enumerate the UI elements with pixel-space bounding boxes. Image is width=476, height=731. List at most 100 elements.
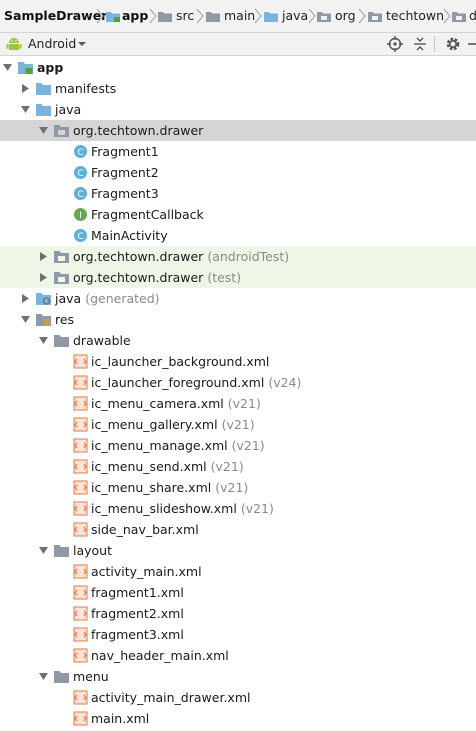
tree-node-interface[interactable]: I FragmentCallback <box>0 204 476 225</box>
package-icon <box>452 12 466 22</box>
xml-file-icon <box>73 480 88 495</box>
qualifier-suffix: (v21) <box>210 459 244 474</box>
view-mode-label[interactable]: Android <box>28 33 76 55</box>
breadcrumb-main[interactable]: main <box>224 0 255 32</box>
expanded-arrow-icon[interactable] <box>20 104 31 115</box>
folder-icon <box>36 83 51 95</box>
chevron-right-icon <box>96 8 104 24</box>
tree-node-xml-file[interactable]: activity_main_drawer.xml <box>0 687 476 708</box>
collapsed-arrow-icon[interactable] <box>38 251 49 262</box>
collapsed-arrow-icon[interactable] <box>38 272 49 283</box>
tree-node-class[interactable]: C Fragment2 <box>0 162 476 183</box>
svg-text:I: I <box>79 211 82 221</box>
tree-node-xml-file[interactable]: ic_launcher_background.xml <box>0 351 476 372</box>
tree-node-class[interactable]: C Fragment1 <box>0 141 476 162</box>
gear-icon[interactable] <box>444 35 462 53</box>
tree-node-xml-file[interactable]: nav_header_main.xml <box>0 645 476 666</box>
source-set-suffix: (androidTest) <box>207 249 290 264</box>
tree-node-java[interactable]: java <box>0 99 476 120</box>
tree-label: ic_menu_manage.xml (v21) <box>91 435 265 456</box>
expanded-arrow-icon[interactable] <box>2 62 13 73</box>
xml-file-icon <box>73 522 88 537</box>
tree-node-xml-file[interactable]: fragment1.xml <box>0 582 476 603</box>
breadcrumb-app[interactable]: app <box>122 0 148 32</box>
expanded-arrow-icon[interactable] <box>20 314 31 325</box>
breadcrumb-techtown[interactable]: techtown <box>386 0 444 32</box>
expanded-arrow-icon[interactable] <box>38 125 49 136</box>
tree-node-class[interactable]: C Fragment3 <box>0 183 476 204</box>
tree-label: Fragment3 <box>91 186 159 201</box>
tree-label: MainActivity <box>91 228 168 243</box>
tree-label: app <box>37 60 64 75</box>
tree-label: ic_menu_send.xml (v21) <box>91 456 244 477</box>
tree-label: main.xml <box>91 711 150 726</box>
tree-label: fragment2.xml <box>91 606 184 621</box>
chevron-right-icon <box>308 8 316 24</box>
svg-text:C: C <box>77 232 83 242</box>
hide-panel-icon[interactable] <box>466 35 476 53</box>
tree-label: layout <box>73 543 113 558</box>
breadcrumb-truncated[interactable]: d <box>469 0 476 32</box>
tree-node-xml-file[interactable]: fragment2.xml <box>0 603 476 624</box>
xml-file-icon <box>73 396 88 411</box>
module-folder-icon <box>106 12 120 22</box>
tree-node-xml-file[interactable]: fragment3.xml <box>0 624 476 645</box>
source-set-suffix: (test) <box>207 270 242 285</box>
breadcrumb-java[interactable]: java <box>282 0 308 32</box>
file-name: ic_menu_slideshow.xml <box>91 501 237 516</box>
module-folder-icon <box>18 62 33 74</box>
file-name: ic_menu_send.xml <box>91 459 207 474</box>
collapsed-arrow-icon[interactable] <box>20 293 31 304</box>
tree-label: ic_menu_camera.xml (v21) <box>91 393 261 414</box>
tree-node-package-android-test[interactable]: org.techtown.drawer (androidTest) <box>0 246 476 267</box>
tree-node-app[interactable]: app <box>0 57 476 78</box>
breadcrumb-src[interactable]: src <box>176 0 194 32</box>
tree-node-xml-file[interactable]: ic_menu_camera.xml (v21) <box>0 393 476 414</box>
tree-node-menu[interactable]: menu <box>0 666 476 687</box>
expanded-arrow-icon[interactable] <box>38 671 49 682</box>
tree-node-package-main[interactable]: org.techtown.drawer <box>0 120 476 141</box>
tree-label: java (generated) <box>55 288 160 309</box>
tree-node-java-generated[interactable]: java (generated) <box>0 288 476 309</box>
expanded-arrow-icon[interactable] <box>38 545 49 556</box>
tree-node-xml-file[interactable]: ic_menu_send.xml (v21) <box>0 456 476 477</box>
file-name: side_nav_bar.xml <box>91 522 199 537</box>
chevron-right-icon <box>254 8 262 24</box>
tree-node-res[interactable]: res <box>0 309 476 330</box>
tree-node-xml-file[interactable]: ic_menu_gallery.xml (v21) <box>0 414 476 435</box>
project-view-toolbar: Android <box>0 33 476 56</box>
tree-node-package-test[interactable]: org.techtown.drawer (test) <box>0 267 476 288</box>
chevron-down-icon[interactable] <box>77 39 87 49</box>
package-icon <box>317 12 331 22</box>
expanded-arrow-icon[interactable] <box>38 335 49 346</box>
collapsed-arrow-icon[interactable] <box>20 83 31 94</box>
breadcrumb-org[interactable]: org <box>335 0 356 32</box>
qualifier-suffix: (v21) <box>227 396 261 411</box>
tree-node-class[interactable]: C MainActivity <box>0 225 476 246</box>
tree-node-xml-file[interactable]: ic_menu_slideshow.xml (v21) <box>0 498 476 519</box>
xml-file-icon <box>73 711 88 726</box>
tree-label: nav_header_main.xml <box>91 648 229 663</box>
svg-text:C: C <box>77 190 83 200</box>
tree-node-xml-file[interactable]: side_nav_bar.xml <box>0 519 476 540</box>
tree-label: Fragment1 <box>91 144 159 159</box>
tree-label: res <box>55 312 75 327</box>
xml-file-icon <box>73 585 88 600</box>
tree-node-layout[interactable]: layout <box>0 540 476 561</box>
tree-node-manifests[interactable]: manifests <box>0 78 476 99</box>
tree-node-xml-file[interactable]: ic_menu_manage.xml (v21) <box>0 435 476 456</box>
folder-icon <box>54 335 69 347</box>
locate-target-icon[interactable] <box>386 35 404 53</box>
tree-node-drawable[interactable]: drawable <box>0 330 476 351</box>
breadcrumb-project[interactable]: SampleDrawer <box>4 0 107 32</box>
tree-label: fragment1.xml <box>91 585 184 600</box>
tree-node-xml-file[interactable]: ic_launcher_foreground.xml (v24) <box>0 372 476 393</box>
collapse-all-icon[interactable] <box>411 35 429 53</box>
xml-file-icon <box>73 690 88 705</box>
generated-folder-icon <box>36 293 51 305</box>
tree-label: ic_launcher_foreground.xml (v24) <box>91 372 301 393</box>
class-icon: C <box>74 145 87 158</box>
tree-node-xml-file[interactable]: main.xml <box>0 708 476 729</box>
tree-node-xml-file[interactable]: activity_main.xml <box>0 561 476 582</box>
tree-node-xml-file[interactable]: ic_menu_share.xml (v21) <box>0 477 476 498</box>
